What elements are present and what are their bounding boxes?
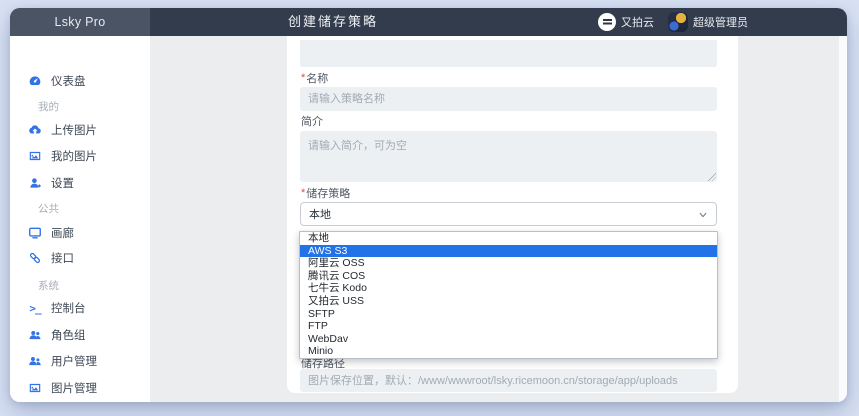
users-group-icon xyxy=(28,328,42,342)
storage-strategy-label: * 储存策略 xyxy=(301,187,351,200)
monitor-icon xyxy=(28,226,42,240)
page-title: 创建储存策略 xyxy=(287,14,378,29)
storage-options-dropdown: 本地 AWS S3 阿里云 OSS 腾讯云 COS 七牛云 Kodo 又拍云 U… xyxy=(299,231,718,359)
scrollbar[interactable] xyxy=(839,36,847,402)
resize-grip-icon[interactable] xyxy=(708,173,716,181)
option-sftp[interactable]: SFTP xyxy=(300,308,717,321)
option-webdav[interactable]: WebDav xyxy=(300,333,717,346)
link-icon xyxy=(28,251,42,265)
option-aws-s3[interactable]: AWS S3 xyxy=(300,244,717,258)
header-right-cluster: 又拍云 超级管理员 xyxy=(598,8,748,36)
sidebar-item-my-images[interactable]: 我的图片 xyxy=(10,146,150,166)
user-icon xyxy=(28,176,42,190)
sidebar-item-image-management[interactable]: 图片管理 xyxy=(10,378,150,398)
intro-textarea[interactable] xyxy=(300,131,717,182)
photo-icon xyxy=(28,149,42,163)
name-input[interactable] xyxy=(300,87,717,111)
sidebar-section-mine: 我的 xyxy=(38,100,59,113)
storage-path-input[interactable] xyxy=(300,369,717,392)
cloud-upload-icon xyxy=(28,123,42,137)
option-aliyun-oss[interactable]: 阿里云 OSS xyxy=(300,257,717,270)
clipped-field[interactable] xyxy=(300,40,717,67)
main-content: * 名称 简介 * 储存策略 本地 本地 AWS S3 xyxy=(150,36,847,402)
storage-driver-badge[interactable]: 又拍云 xyxy=(621,14,654,30)
sidebar-item-dashboard[interactable]: 仪表盘 xyxy=(10,71,150,91)
chevron-down-icon xyxy=(699,211,707,219)
option-tencent-cos[interactable]: 腾讯云 COS xyxy=(300,270,717,283)
option-minio[interactable]: Minio xyxy=(300,345,717,358)
avatar[interactable] xyxy=(668,12,688,32)
photo-manage-icon xyxy=(28,381,42,395)
storage-driver-icon[interactable] xyxy=(598,13,616,31)
sidebar-item-gallery[interactable]: 画廊 xyxy=(10,223,150,243)
terminal-icon: >_ xyxy=(29,301,41,315)
sidebar-item-api[interactable]: 接口 xyxy=(10,248,150,268)
sidebar-item-console[interactable]: >_ 控制台 xyxy=(10,298,150,318)
option-ftp[interactable]: FTP xyxy=(300,320,717,333)
app-window: Lsky Pro 创建储存策略 又拍云 超级管理员 仪表盘 我的 上传图片 我的… xyxy=(10,8,847,402)
users-manage-icon xyxy=(28,354,42,368)
dashboard-icon xyxy=(28,74,42,88)
sidebar-item-settings[interactable]: 设置 xyxy=(10,173,150,193)
intro-label: 简介 xyxy=(301,116,323,128)
brand-logo[interactable]: Lsky Pro xyxy=(10,8,150,36)
selected-value: 本地 xyxy=(309,209,331,221)
storage-strategy-select[interactable]: 本地 xyxy=(300,202,717,226)
sidebar-section-system: 系统 xyxy=(38,279,59,292)
sidebar-section-public: 公共 xyxy=(38,202,59,215)
form-card: * 名称 简介 * 储存策略 本地 本地 AWS S3 xyxy=(287,36,738,393)
required-mark: * xyxy=(301,187,306,199)
option-qiniu-kodo[interactable]: 七牛云 Kodo xyxy=(300,282,717,295)
top-bar: Lsky Pro 创建储存策略 又拍云 超级管理员 xyxy=(10,8,847,36)
username[interactable]: 超级管理员 xyxy=(693,14,748,30)
sidebar: 仪表盘 我的 上传图片 我的图片 设置 公共 画廊 接口 系统 >_ 控制台 角… xyxy=(10,36,150,402)
sidebar-item-user-management[interactable]: 用户管理 xyxy=(10,351,150,371)
option-local[interactable]: 本地 xyxy=(300,232,717,245)
sidebar-item-roles[interactable]: 角色组 xyxy=(10,325,150,345)
sidebar-item-upload[interactable]: 上传图片 xyxy=(10,120,150,140)
option-upyun-uss[interactable]: 又拍云 USS xyxy=(300,295,717,308)
name-label: * 名称 xyxy=(301,72,329,85)
required-mark: * xyxy=(301,72,306,84)
